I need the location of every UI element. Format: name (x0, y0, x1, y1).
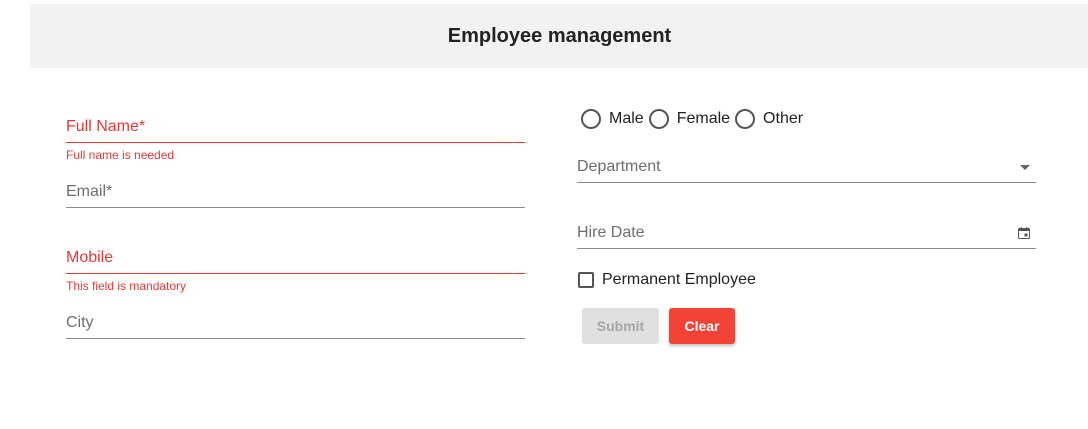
caret-down-icon[interactable] (1020, 165, 1030, 170)
permanent-employee-label: Permanent Employee (602, 271, 756, 288)
email-label: Email* (66, 183, 113, 200)
mobile-field[interactable]: Mobile This field is mandatory (66, 249, 525, 299)
full-name-error: Full name is needed (66, 148, 175, 162)
full-name-underline (66, 142, 525, 143)
gender-radio-female[interactable]: Female (648, 109, 731, 129)
department-underline (577, 182, 1036, 183)
calendar-icon[interactable] (1018, 227, 1030, 239)
app-header: Employee management (30, 4, 1088, 68)
radio-circle-icon[interactable] (581, 109, 601, 129)
department-select[interactable]: Department (577, 158, 1036, 184)
checkbox-icon[interactable] (578, 272, 594, 288)
department-label: Department (577, 158, 661, 175)
full-name-field[interactable]: Full Name* Full name is needed (66, 118, 525, 168)
email-underline (66, 207, 525, 208)
city-underline (66, 338, 525, 339)
permanent-employee-checkbox[interactable]: Permanent Employee (578, 271, 756, 289)
hire-date-label: Hire Date (577, 224, 645, 241)
full-name-label: Full Name* (66, 118, 146, 135)
city-field[interactable]: City (66, 314, 525, 344)
gender-label-female: Female (676, 110, 731, 127)
submit-button[interactable]: Submit (582, 308, 659, 344)
gender-label-other: Other (763, 110, 804, 127)
gender-radio-group: Male Female Other (581, 107, 808, 131)
city-label: City (66, 314, 94, 331)
page-title: Employee management (447, 24, 672, 47)
mobile-error: This field is mandatory (66, 279, 187, 293)
gender-label-male: Male (609, 110, 644, 127)
radio-circle-icon[interactable] (648, 109, 669, 129)
email-field[interactable]: Email* (66, 183, 525, 213)
hire-date-field[interactable]: Hire Date (577, 224, 1036, 250)
gender-radio-other[interactable]: Other (735, 109, 803, 129)
gender-radio-male[interactable]: Male (581, 109, 644, 129)
hire-date-underline (577, 248, 1036, 249)
mobile-underline (66, 273, 525, 274)
mobile-label: Mobile (66, 249, 114, 266)
radio-circle-icon[interactable] (735, 109, 756, 129)
clear-button[interactable]: Clear (669, 308, 735, 344)
